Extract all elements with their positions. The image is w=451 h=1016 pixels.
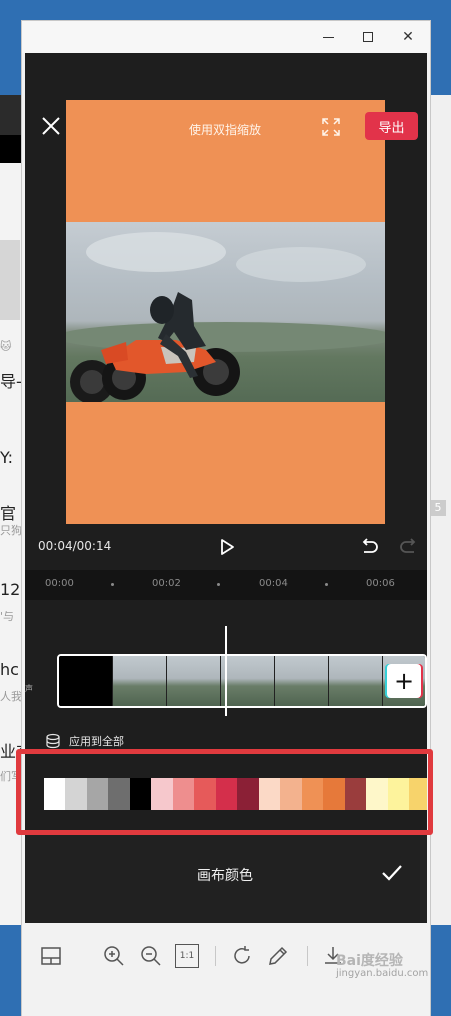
ruler-label: 00:06 xyxy=(366,578,395,589)
add-clip-button[interactable]: + xyxy=(387,664,421,698)
minimize-icon xyxy=(322,36,334,38)
ruler-label: 00:00 xyxy=(45,578,74,589)
redo-icon[interactable] xyxy=(399,537,419,557)
ruler-label: 00:02 xyxy=(152,578,181,589)
clip-thumbnail[interactable] xyxy=(166,656,220,706)
watermark-url: jingyan.baidu.com xyxy=(336,968,429,979)
close-icon[interactable] xyxy=(40,115,62,137)
background-thumbnail xyxy=(0,240,20,320)
zoom-out-icon[interactable] xyxy=(139,944,163,968)
fullscreen-icon[interactable] xyxy=(321,117,341,137)
pinch-zoom-hint: 使用双指缩放 xyxy=(188,123,261,137)
clip-thumbnail[interactable] xyxy=(328,656,382,706)
toolbar-separator xyxy=(307,946,308,966)
clip-black-segment[interactable] xyxy=(59,656,112,706)
track-side-label: 声 xyxy=(25,684,33,693)
ruler-dot xyxy=(325,583,328,586)
maximize-icon xyxy=(363,32,373,42)
clip-thumbnail[interactable] xyxy=(220,656,274,706)
check-icon[interactable] xyxy=(380,861,404,885)
canvas-preview[interactable] xyxy=(66,100,385,524)
playhead[interactable] xyxy=(225,626,227,716)
clip-thumbnail[interactable] xyxy=(274,656,328,706)
watermark-brand: Bai度经验 xyxy=(336,953,403,969)
edit-icon[interactable] xyxy=(266,944,290,968)
toolbar-separator xyxy=(215,946,216,966)
play-icon[interactable] xyxy=(217,537,237,557)
ruler-dot xyxy=(217,583,220,586)
apply-to-all-label: 应用到全部 xyxy=(69,735,124,748)
time-ruler[interactable]: 00:00 00:02 00:04 00:06 xyxy=(25,570,427,600)
editor-window: ✕ 使用双指缩放 导出 00:04/00:14 00:00 00:02 00:0… xyxy=(21,20,431,1016)
highlight-annotation xyxy=(16,749,433,835)
layout-icon[interactable] xyxy=(39,944,63,968)
video-frame xyxy=(66,222,385,402)
close-window-icon: ✕ xyxy=(402,29,414,45)
timecode: 00:04/00:14 xyxy=(38,539,112,553)
panel-title: 画布颜色 xyxy=(197,868,253,884)
ruler-label: 00:04 xyxy=(259,578,288,589)
video-track[interactable] xyxy=(57,654,427,708)
maximize-button[interactable] xyxy=(348,21,388,53)
ruler-dot xyxy=(111,583,114,586)
background-count-badge: 5 xyxy=(430,500,446,516)
apply-to-all[interactable]: 应用到全部 xyxy=(45,733,124,749)
zoom-in-icon[interactable] xyxy=(102,944,126,968)
close-window-button[interactable]: ✕ xyxy=(388,21,428,53)
title-bar: ✕ xyxy=(22,21,430,53)
minimize-button[interactable] xyxy=(308,21,348,53)
actual-size-icon[interactable]: 1:1 xyxy=(175,944,199,968)
rotate-icon[interactable] xyxy=(230,944,254,968)
layers-icon xyxy=(46,733,60,749)
motorcycle-rider-image xyxy=(70,292,240,402)
undo-icon[interactable] xyxy=(359,537,379,557)
export-button[interactable]: 导出 xyxy=(365,112,418,140)
clip-thumbnail[interactable] xyxy=(112,656,166,706)
